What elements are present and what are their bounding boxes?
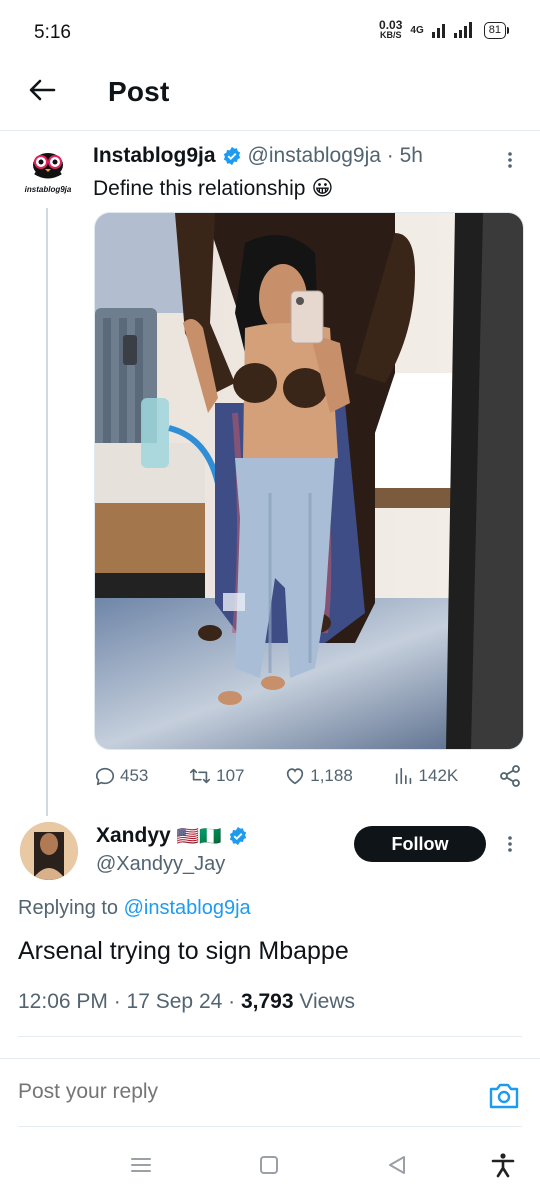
- accessibility-icon[interactable]: [490, 1152, 516, 1178]
- divider: [0, 1058, 540, 1059]
- verified-badge-icon: [223, 146, 240, 166]
- replying-to-link[interactable]: @instablog9ja: [124, 897, 251, 919]
- replying-to: Replying to @instablog9ja: [18, 897, 251, 919]
- author-row: Instablog9ja @instablog9ja · 5h: [93, 144, 423, 168]
- repost-count: 107: [216, 766, 245, 785]
- views-count: 142K: [418, 766, 459, 785]
- menu-icon[interactable]: [130, 1154, 152, 1176]
- grinning-emoji: 😀: [311, 177, 334, 200]
- like-icon: [287, 768, 304, 785]
- tweet-actions: 453 107 1,188 142K: [94, 764, 522, 788]
- like-button[interactable]: 1,188: [284, 765, 353, 787]
- views-icon: [395, 767, 411, 785]
- divider: [0, 130, 540, 131]
- user-photo-icon: [20, 822, 78, 880]
- camera-icon[interactable]: [486, 1078, 522, 1114]
- reply-author-row: Xandyy 🇺🇸🇳🇬: [96, 824, 248, 848]
- divider: [18, 1036, 522, 1037]
- avatar[interactable]: instablog9ja: [20, 145, 76, 201]
- status-icons: 0.03 KB/S 4G 81: [379, 18, 510, 40]
- verified-badge-icon: [229, 826, 246, 846]
- flag-emojis: 🇺🇸🇳🇬: [176, 825, 222, 846]
- back-icon[interactable]: [386, 1154, 408, 1176]
- views-button[interactable]: 142K: [393, 765, 459, 787]
- repost-button[interactable]: 107: [188, 765, 245, 787]
- signal-icon: [431, 22, 472, 38]
- like-count: 1,188: [310, 766, 353, 785]
- reply-timestamp[interactable]: 12:06 PM · 17 Sep 24 ·: [18, 990, 241, 1013]
- mirror-selfie-image: [95, 213, 523, 749]
- page-title: Post: [108, 76, 170, 107]
- reply-icon: [95, 767, 115, 786]
- more-vertical-icon[interactable]: [500, 834, 520, 854]
- reply-count: 453: [120, 766, 149, 785]
- avatar-label: instablog9ja: [24, 185, 72, 194]
- divider: [18, 1126, 522, 1127]
- more-vertical-icon[interactable]: [500, 150, 520, 170]
- author-handle[interactable]: @instablog9ja · 5h: [248, 144, 423, 168]
- system-nav-bar: [0, 1140, 540, 1200]
- reply-text: Arsenal trying to sign Mbappe: [18, 937, 349, 965]
- back-arrow-icon[interactable]: [26, 74, 58, 106]
- network-type: 4G: [410, 24, 424, 36]
- status-time: 5:16: [34, 22, 71, 43]
- tweet-text: Define this relationship 😀: [93, 176, 334, 201]
- reply-meta: 12:06 PM · 17 Sep 24 · 3,793 Views: [18, 990, 355, 1014]
- follow-button[interactable]: Follow: [354, 826, 486, 862]
- battery-indicator: 81: [483, 21, 510, 39]
- reply-views-label: Views: [293, 990, 356, 1013]
- reply-button[interactable]: 453: [94, 765, 148, 787]
- reply-views-count: 3,793: [240, 990, 294, 1013]
- repost-icon: [190, 768, 211, 784]
- thread-line: [46, 208, 48, 816]
- author-name[interactable]: Instablog9ja: [93, 144, 216, 168]
- reply-author-name[interactable]: Xandyy: [96, 824, 171, 848]
- avatar[interactable]: [20, 822, 78, 880]
- reply-input[interactable]: [18, 1080, 458, 1104]
- network-speed: 0.03 KB/S: [379, 18, 403, 40]
- tweet-photo[interactable]: [94, 212, 524, 750]
- share-icon[interactable]: [498, 764, 522, 788]
- home-icon[interactable]: [258, 1154, 280, 1176]
- reply-author-handle[interactable]: @Xandyy_Jay: [96, 853, 225, 876]
